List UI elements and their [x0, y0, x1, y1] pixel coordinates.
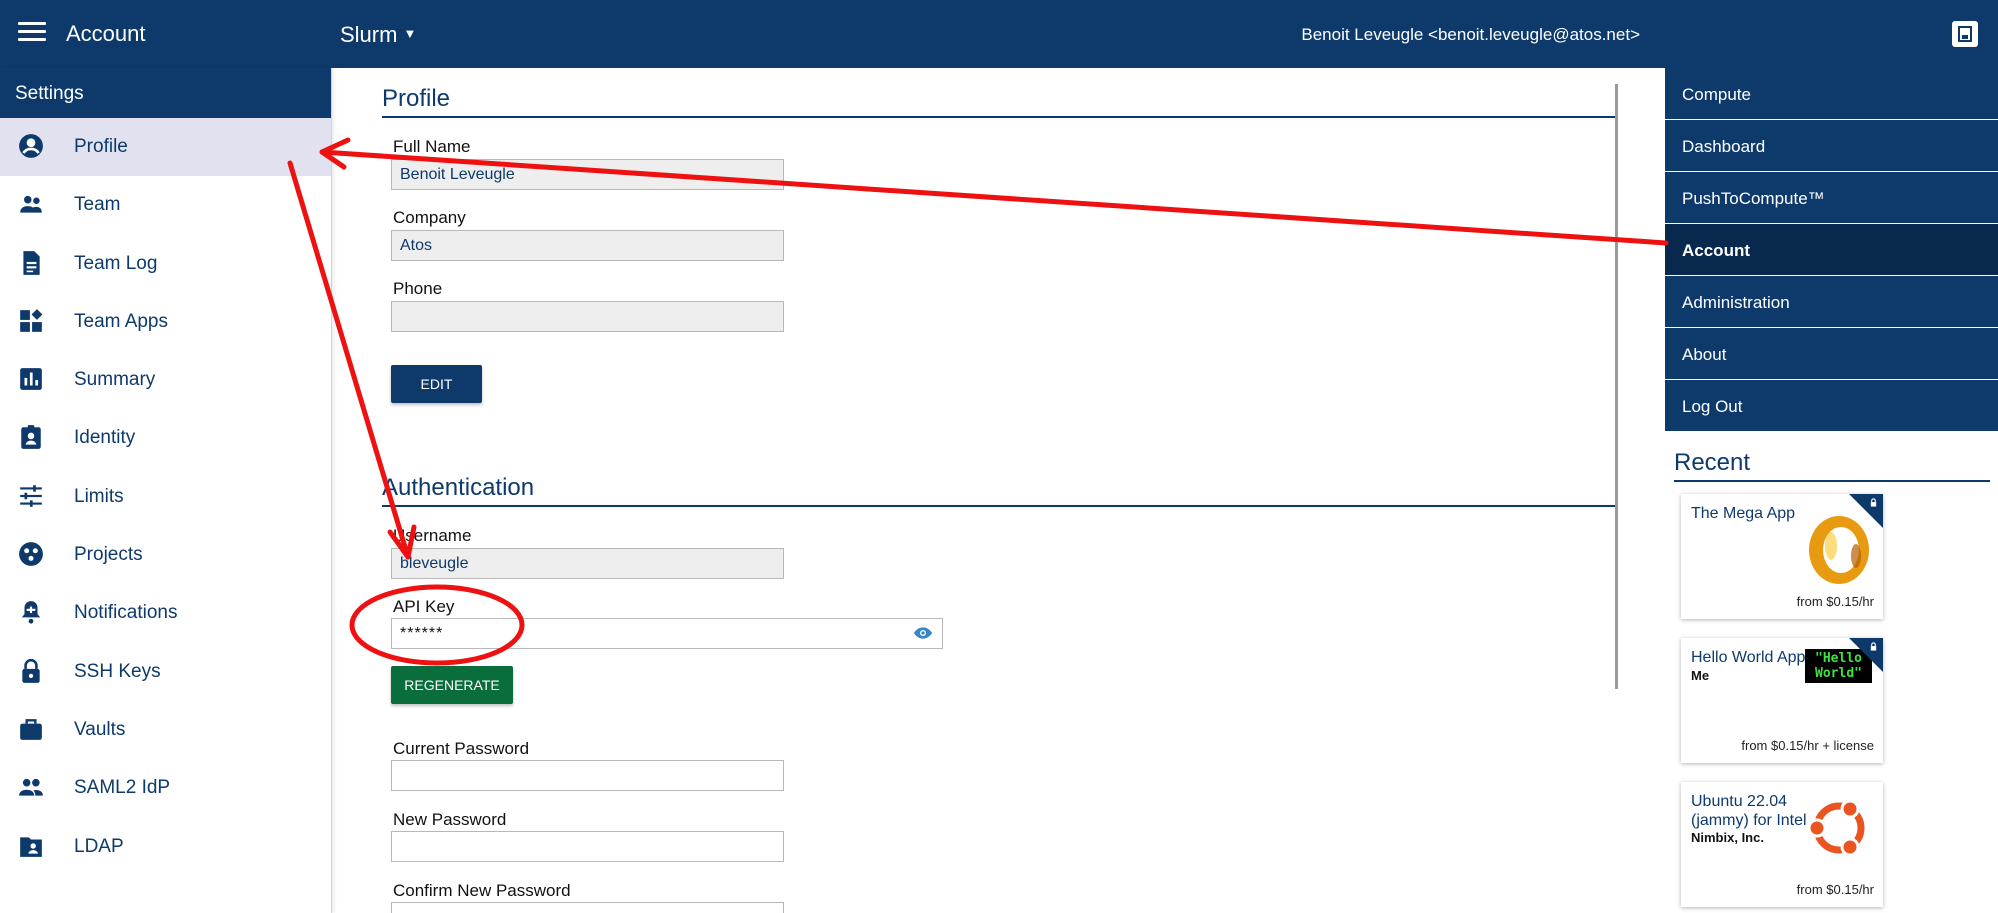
app-card-name: The Mega App	[1691, 505, 1796, 522]
sidebar-item-profile[interactable]: Profile	[0, 118, 331, 177]
app-selector[interactable]: Slurm ▼	[340, 22, 416, 48]
account-circle-icon	[19, 134, 43, 158]
nav-compute[interactable]: Compute	[1665, 68, 1998, 120]
badge-icon	[21, 425, 41, 450]
api-key-label: API Key	[393, 597, 455, 616]
authentication-section-title: Authentication	[382, 474, 535, 501]
sidebar-item-projects[interactable]: Projects	[0, 526, 331, 584]
company-label: Company	[393, 208, 466, 227]
lock-icon	[1870, 642, 1877, 651]
user-identity: Benoit Leveugle <benoit.leveugle@atos.ne…	[1301, 25, 1640, 44]
nav-log-out[interactable]: Log Out	[1665, 380, 1998, 432]
sidebar-item-label: Notifications	[74, 602, 178, 624]
regenerate-button[interactable]: REGENERATE	[391, 666, 513, 704]
sidebar-item-saml2-idp[interactable]: SAML2 IdP	[0, 759, 331, 817]
sidebar-item-label: SAML2 IdP	[74, 777, 171, 799]
sidebar-item-label: Team Log	[74, 252, 158, 274]
app-card-price: from $0.15/hr + license	[1741, 738, 1874, 753]
settings-sidebar: Settings Profile Team Team Log Team Apps…	[0, 68, 332, 913]
sidebar-header: Settings	[0, 68, 331, 118]
hamburger-menu-icon[interactable]	[18, 22, 46, 46]
lock-icon	[22, 658, 40, 683]
sidebar-item-ssh-keys[interactable]: SSH Keys	[0, 643, 331, 701]
confirm-password-field[interactable]	[391, 902, 784, 913]
app-card-vendor: Nimbix, Inc.	[1691, 830, 1764, 845]
widgets-icon	[20, 308, 43, 332]
nav-account[interactable]: Account	[1665, 224, 1998, 276]
sidebar-item-identity[interactable]: Identity	[0, 409, 331, 467]
sidebar-item-label: Team	[74, 194, 121, 216]
edit-button[interactable]: EDIT	[391, 365, 482, 403]
sidebar-item-vaults[interactable]: Vaults	[0, 701, 331, 759]
lock-icon	[1870, 498, 1877, 507]
sidebar-item-summary[interactable]: Summary	[0, 351, 331, 409]
sidebar-item-label: Team Apps	[74, 310, 168, 332]
app-card-vendor: Me	[1691, 668, 1710, 683]
authentication-section-divider	[382, 505, 1615, 507]
save-disk-icon[interactable]	[1952, 21, 1978, 47]
api-key-field[interactable]: ******	[391, 618, 943, 649]
sidebar-item-label: Limits	[74, 485, 124, 507]
app-name: Slurm	[340, 22, 398, 47]
sidebar-item-ldap[interactable]: LDAP	[0, 818, 331, 876]
app-card-price: from $0.15/hr	[1796, 594, 1874, 609]
sidebar-item-label: LDAP	[74, 835, 124, 857]
username-label: Username	[393, 526, 472, 545]
app-card-name: Ubuntu 22.04 (jammy) for Intel	[1691, 793, 1807, 829]
full-name-label: Full Name	[393, 137, 471, 156]
app-card-name: Hello World App	[1691, 649, 1806, 666]
nav-about[interactable]: About	[1665, 328, 1998, 380]
new-password-field[interactable]	[391, 831, 784, 862]
sidebar-item-label: SSH Keys	[74, 660, 161, 682]
sidebar-item-label: Vaults	[74, 718, 126, 740]
recent-app-card[interactable]: Hello World App Me "Hello World" from $0…	[1681, 638, 1883, 763]
sidebar-item-team[interactable]: Team	[0, 176, 331, 234]
projects-icon	[19, 542, 43, 566]
app-root: Account Slurm ▼ Benoit Leveugle <benoit.l…	[0, 0, 1998, 913]
team-icon	[20, 196, 42, 213]
new-password-label: New Password	[393, 810, 507, 829]
sidebar-item-label: Projects	[74, 544, 143, 566]
briefcase-icon	[20, 719, 42, 740]
recent-app-card[interactable]: Ubuntu 22.04 (jammy) for Intel Nimbix, I…	[1681, 782, 1883, 907]
phone-field[interactable]	[391, 301, 784, 332]
document-icon	[23, 250, 40, 275]
recent-title: Recent	[1674, 449, 1751, 476]
nav-dashboard[interactable]: Dashboard	[1665, 120, 1998, 172]
app-card-price: from $0.15/hr	[1796, 882, 1874, 897]
recent-app-card[interactable]: The Mega App from $0.15/hr	[1681, 494, 1883, 619]
sidebar-item-label: Summary	[74, 369, 156, 391]
main-scrollbar[interactable]	[1615, 84, 1618, 689]
username-field[interactable]: bleveugle	[391, 548, 784, 579]
nav-administration[interactable]: Administration	[1665, 276, 1998, 328]
sidebar-item-limits[interactable]: Limits	[0, 468, 331, 526]
recent-divider	[1674, 480, 1990, 482]
full-name-field[interactable]: Benoit Leveugle	[391, 159, 784, 190]
sidebar-item-team-apps[interactable]: Team Apps	[0, 293, 331, 351]
sidebar-item-label: Profile	[74, 136, 128, 157]
bell-icon	[21, 601, 41, 624]
profile-section-divider	[382, 116, 1615, 118]
folder-account-icon	[20, 836, 42, 857]
confirm-password-label: Confirm New Password	[393, 881, 571, 900]
company-field[interactable]: Atos	[391, 230, 784, 261]
sliders-icon	[20, 484, 42, 507]
bar-chart-icon	[20, 368, 42, 391]
sidebar-item-notifications[interactable]: Notifications	[0, 584, 331, 642]
phone-label: Phone	[393, 279, 443, 298]
right-nav: Compute Dashboard PushToCompute™ Account…	[1665, 68, 1998, 432]
page-title: Account	[66, 21, 146, 46]
current-password-field[interactable]	[391, 760, 784, 791]
caret-down-icon: ▼	[403, 26, 417, 41]
api-key-value: ******	[400, 625, 444, 642]
eye-icon[interactable]	[913, 625, 933, 641]
sidebar-item-team-log[interactable]: Team Log	[0, 235, 331, 293]
profile-section-title: Profile	[382, 85, 451, 112]
current-password-label: Current Password	[393, 739, 530, 758]
people-icon	[19, 779, 43, 796]
sidebar-item-label: Identity	[74, 427, 136, 449]
nav-push-to-compute[interactable]: PushToCompute™	[1665, 172, 1998, 224]
top-bar: Account Slurm ▼ Benoit Leveugle <benoit.l…	[0, 0, 1998, 68]
